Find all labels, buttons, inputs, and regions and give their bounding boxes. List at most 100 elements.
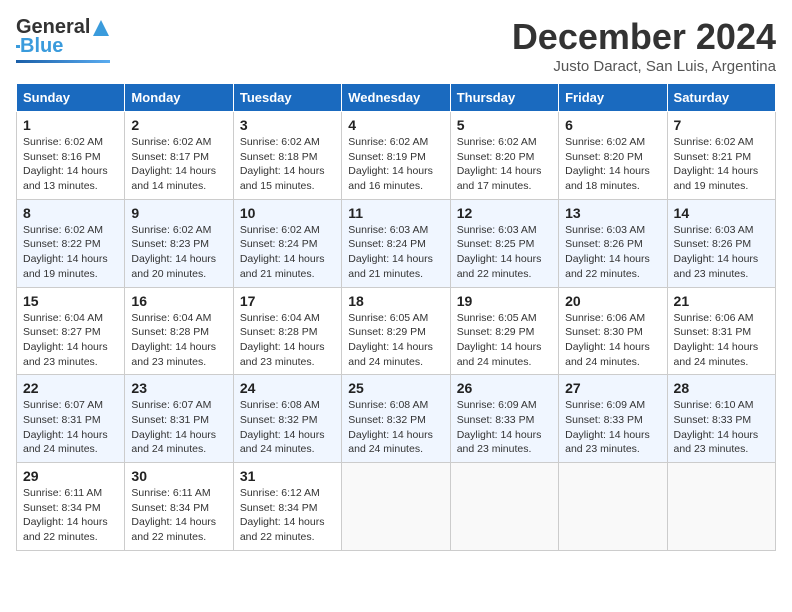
calendar-cell (342, 463, 450, 551)
calendar-header-row: SundayMondayTuesdayWednesdayThursdayFrid… (17, 84, 776, 112)
day-info: Sunrise: 6:07 AM Sunset: 8:31 PM Dayligh… (23, 398, 118, 457)
weekday-header-wednesday: Wednesday (342, 84, 450, 112)
day-info: Sunrise: 6:03 AM Sunset: 8:24 PM Dayligh… (348, 223, 443, 282)
day-info: Sunrise: 6:04 AM Sunset: 8:27 PM Dayligh… (23, 311, 118, 370)
day-info: Sunrise: 6:06 AM Sunset: 8:30 PM Dayligh… (565, 311, 660, 370)
calendar-cell (450, 463, 558, 551)
day-info: Sunrise: 6:02 AM Sunset: 8:17 PM Dayligh… (131, 135, 226, 194)
calendar-cell: 17 Sunrise: 6:04 AM Sunset: 8:28 PM Dayli… (233, 287, 341, 375)
day-info: Sunrise: 6:12 AM Sunset: 8:34 PM Dayligh… (240, 486, 335, 545)
calendar-cell: 9 Sunrise: 6:02 AM Sunset: 8:23 PM Daylig… (125, 199, 233, 287)
calendar-cell: 26Sunrise: 6:09 AM Sunset: 8:33 PM Dayli… (450, 375, 558, 463)
day-info: Sunrise: 6:02 AM Sunset: 8:23 PM Dayligh… (131, 223, 226, 282)
weekday-header-friday: Friday (559, 84, 667, 112)
page-header: General Blue December 2024 Justo Daract,… (16, 16, 776, 75)
calendar-cell: 16 Sunrise: 6:04 AM Sunset: 8:28 PM Dayli… (125, 287, 233, 375)
day-number: 16 (131, 293, 226, 309)
calendar-week-row: 29 Sunrise: 6:11 AM Sunset: 8:34 PM Dayli… (17, 463, 776, 551)
day-number: 3 (240, 117, 335, 133)
logo-underline (16, 60, 110, 63)
calendar-cell: 3 Sunrise: 6:02 AM Sunset: 8:18 PM Daylig… (233, 112, 341, 200)
calendar-cell: 18Sunrise: 6:05 AM Sunset: 8:29 PM Dayli… (342, 287, 450, 375)
day-number: 6 (565, 117, 660, 133)
day-info: Sunrise: 6:02 AM Sunset: 8:21 PM Dayligh… (674, 135, 769, 194)
day-info: Sunrise: 6:08 AM Sunset: 8:32 PM Dayligh… (348, 398, 443, 457)
calendar-cell (667, 463, 775, 551)
calendar-week-row: 15 Sunrise: 6:04 AM Sunset: 8:27 PM Dayli… (17, 287, 776, 375)
calendar-cell: 21 Sunrise: 6:06 AM Sunset: 8:31 PM Dayli… (667, 287, 775, 375)
day-info: Sunrise: 6:07 AM Sunset: 8:31 PM Dayligh… (131, 398, 226, 457)
month-title: December 2024 (512, 16, 776, 58)
day-number: 20 (565, 293, 660, 309)
day-info: Sunrise: 6:04 AM Sunset: 8:28 PM Dayligh… (131, 311, 226, 370)
day-number: 2 (131, 117, 226, 133)
calendar-cell: 30Sunrise: 6:11 AM Sunset: 8:34 PM Dayli… (125, 463, 233, 551)
title-block: December 2024 Justo Daract, San Luis, Ar… (512, 16, 776, 75)
calendar-cell: 5 Sunrise: 6:02 AM Sunset: 8:20 PM Daylig… (450, 112, 558, 200)
calendar-cell: 12 Sunrise: 6:03 AM Sunset: 8:25 PM Dayli… (450, 199, 558, 287)
day-info: Sunrise: 6:02 AM Sunset: 8:22 PM Dayligh… (23, 223, 118, 282)
day-number: 7 (674, 117, 769, 133)
calendar-cell: 27Sunrise: 6:09 AM Sunset: 8:33 PM Dayli… (559, 375, 667, 463)
calendar-cell: 22 Sunrise: 6:07 AM Sunset: 8:31 PM Dayli… (17, 375, 125, 463)
day-number: 14 (674, 205, 769, 221)
day-number: 9 (131, 205, 226, 221)
day-info: Sunrise: 6:02 AM Sunset: 8:24 PM Dayligh… (240, 223, 335, 282)
day-number: 18 (348, 293, 443, 309)
day-info: Sunrise: 6:04 AM Sunset: 8:28 PM Dayligh… (240, 311, 335, 370)
day-info: Sunrise: 6:02 AM Sunset: 8:20 PM Dayligh… (457, 135, 552, 194)
day-number: 30 (131, 468, 226, 484)
day-info: Sunrise: 6:02 AM Sunset: 8:18 PM Dayligh… (240, 135, 335, 194)
day-number: 23 (131, 380, 226, 396)
day-number: 21 (674, 293, 769, 309)
calendar-cell: 1 Sunrise: 6:02 AM Sunset: 8:16 PM Daylig… (17, 112, 125, 200)
day-info: Sunrise: 6:10 AM Sunset: 8:33 PM Dayligh… (674, 398, 769, 457)
day-number: 26 (457, 380, 552, 396)
location-subtitle: Justo Daract, San Luis, Argentina (512, 58, 776, 75)
day-info: Sunrise: 6:02 AM Sunset: 8:16 PM Dayligh… (23, 135, 118, 194)
day-number: 4 (348, 117, 443, 133)
calendar-cell: 7 Sunrise: 6:02 AM Sunset: 8:21 PM Daylig… (667, 112, 775, 200)
day-info: Sunrise: 6:03 AM Sunset: 8:25 PM Dayligh… (457, 223, 552, 282)
calendar-cell: 31 Sunrise: 6:12 AM Sunset: 8:34 PM Dayli… (233, 463, 341, 551)
calendar-body: 1 Sunrise: 6:02 AM Sunset: 8:16 PM Daylig… (17, 112, 776, 551)
day-number: 17 (240, 293, 335, 309)
day-info: Sunrise: 6:03 AM Sunset: 8:26 PM Dayligh… (674, 223, 769, 282)
day-number: 11 (348, 205, 443, 221)
calendar-cell: 10Sunrise: 6:02 AM Sunset: 8:24 PM Dayli… (233, 199, 341, 287)
logo-triangle-icon (92, 19, 110, 37)
weekday-header-tuesday: Tuesday (233, 84, 341, 112)
day-number: 31 (240, 468, 335, 484)
day-number: 13 (565, 205, 660, 221)
day-info: Sunrise: 6:11 AM Sunset: 8:34 PM Dayligh… (23, 486, 118, 545)
calendar-cell (559, 463, 667, 551)
day-info: Sunrise: 6:08 AM Sunset: 8:32 PM Dayligh… (240, 398, 335, 457)
weekday-header-sunday: Sunday (17, 84, 125, 112)
calendar-cell: 19 Sunrise: 6:05 AM Sunset: 8:29 PM Dayli… (450, 287, 558, 375)
calendar-week-row: 22 Sunrise: 6:07 AM Sunset: 8:31 PM Dayli… (17, 375, 776, 463)
weekday-header-monday: Monday (125, 84, 233, 112)
logo-text-blue: Blue (20, 35, 63, 58)
calendar-week-row: 1 Sunrise: 6:02 AM Sunset: 8:16 PM Daylig… (17, 112, 776, 200)
logo: General Blue (16, 16, 110, 63)
day-number: 15 (23, 293, 118, 309)
day-number: 29 (23, 468, 118, 484)
day-info: Sunrise: 6:02 AM Sunset: 8:19 PM Dayligh… (348, 135, 443, 194)
day-number: 19 (457, 293, 552, 309)
calendar-cell: 14 Sunrise: 6:03 AM Sunset: 8:26 PM Dayli… (667, 199, 775, 287)
calendar-cell: 4 Sunrise: 6:02 AM Sunset: 8:19 PM Daylig… (342, 112, 450, 200)
calendar-cell: 25Sunrise: 6:08 AM Sunset: 8:32 PM Dayli… (342, 375, 450, 463)
day-number: 5 (457, 117, 552, 133)
calendar-cell: 13 Sunrise: 6:03 AM Sunset: 8:26 PM Dayli… (559, 199, 667, 287)
day-number: 22 (23, 380, 118, 396)
calendar-table: SundayMondayTuesdayWednesdayThursdayFrid… (16, 83, 776, 551)
day-info: Sunrise: 6:05 AM Sunset: 8:29 PM Dayligh… (457, 311, 552, 370)
day-info: Sunrise: 6:06 AM Sunset: 8:31 PM Dayligh… (674, 311, 769, 370)
calendar-cell: 23 Sunrise: 6:07 AM Sunset: 8:31 PM Dayli… (125, 375, 233, 463)
day-info: Sunrise: 6:03 AM Sunset: 8:26 PM Dayligh… (565, 223, 660, 282)
calendar-cell: 29 Sunrise: 6:11 AM Sunset: 8:34 PM Dayli… (17, 463, 125, 551)
day-number: 1 (23, 117, 118, 133)
day-info: Sunrise: 6:02 AM Sunset: 8:20 PM Dayligh… (565, 135, 660, 194)
calendar-week-row: 8Sunrise: 6:02 AM Sunset: 8:22 PM Daylig… (17, 199, 776, 287)
day-number: 12 (457, 205, 552, 221)
